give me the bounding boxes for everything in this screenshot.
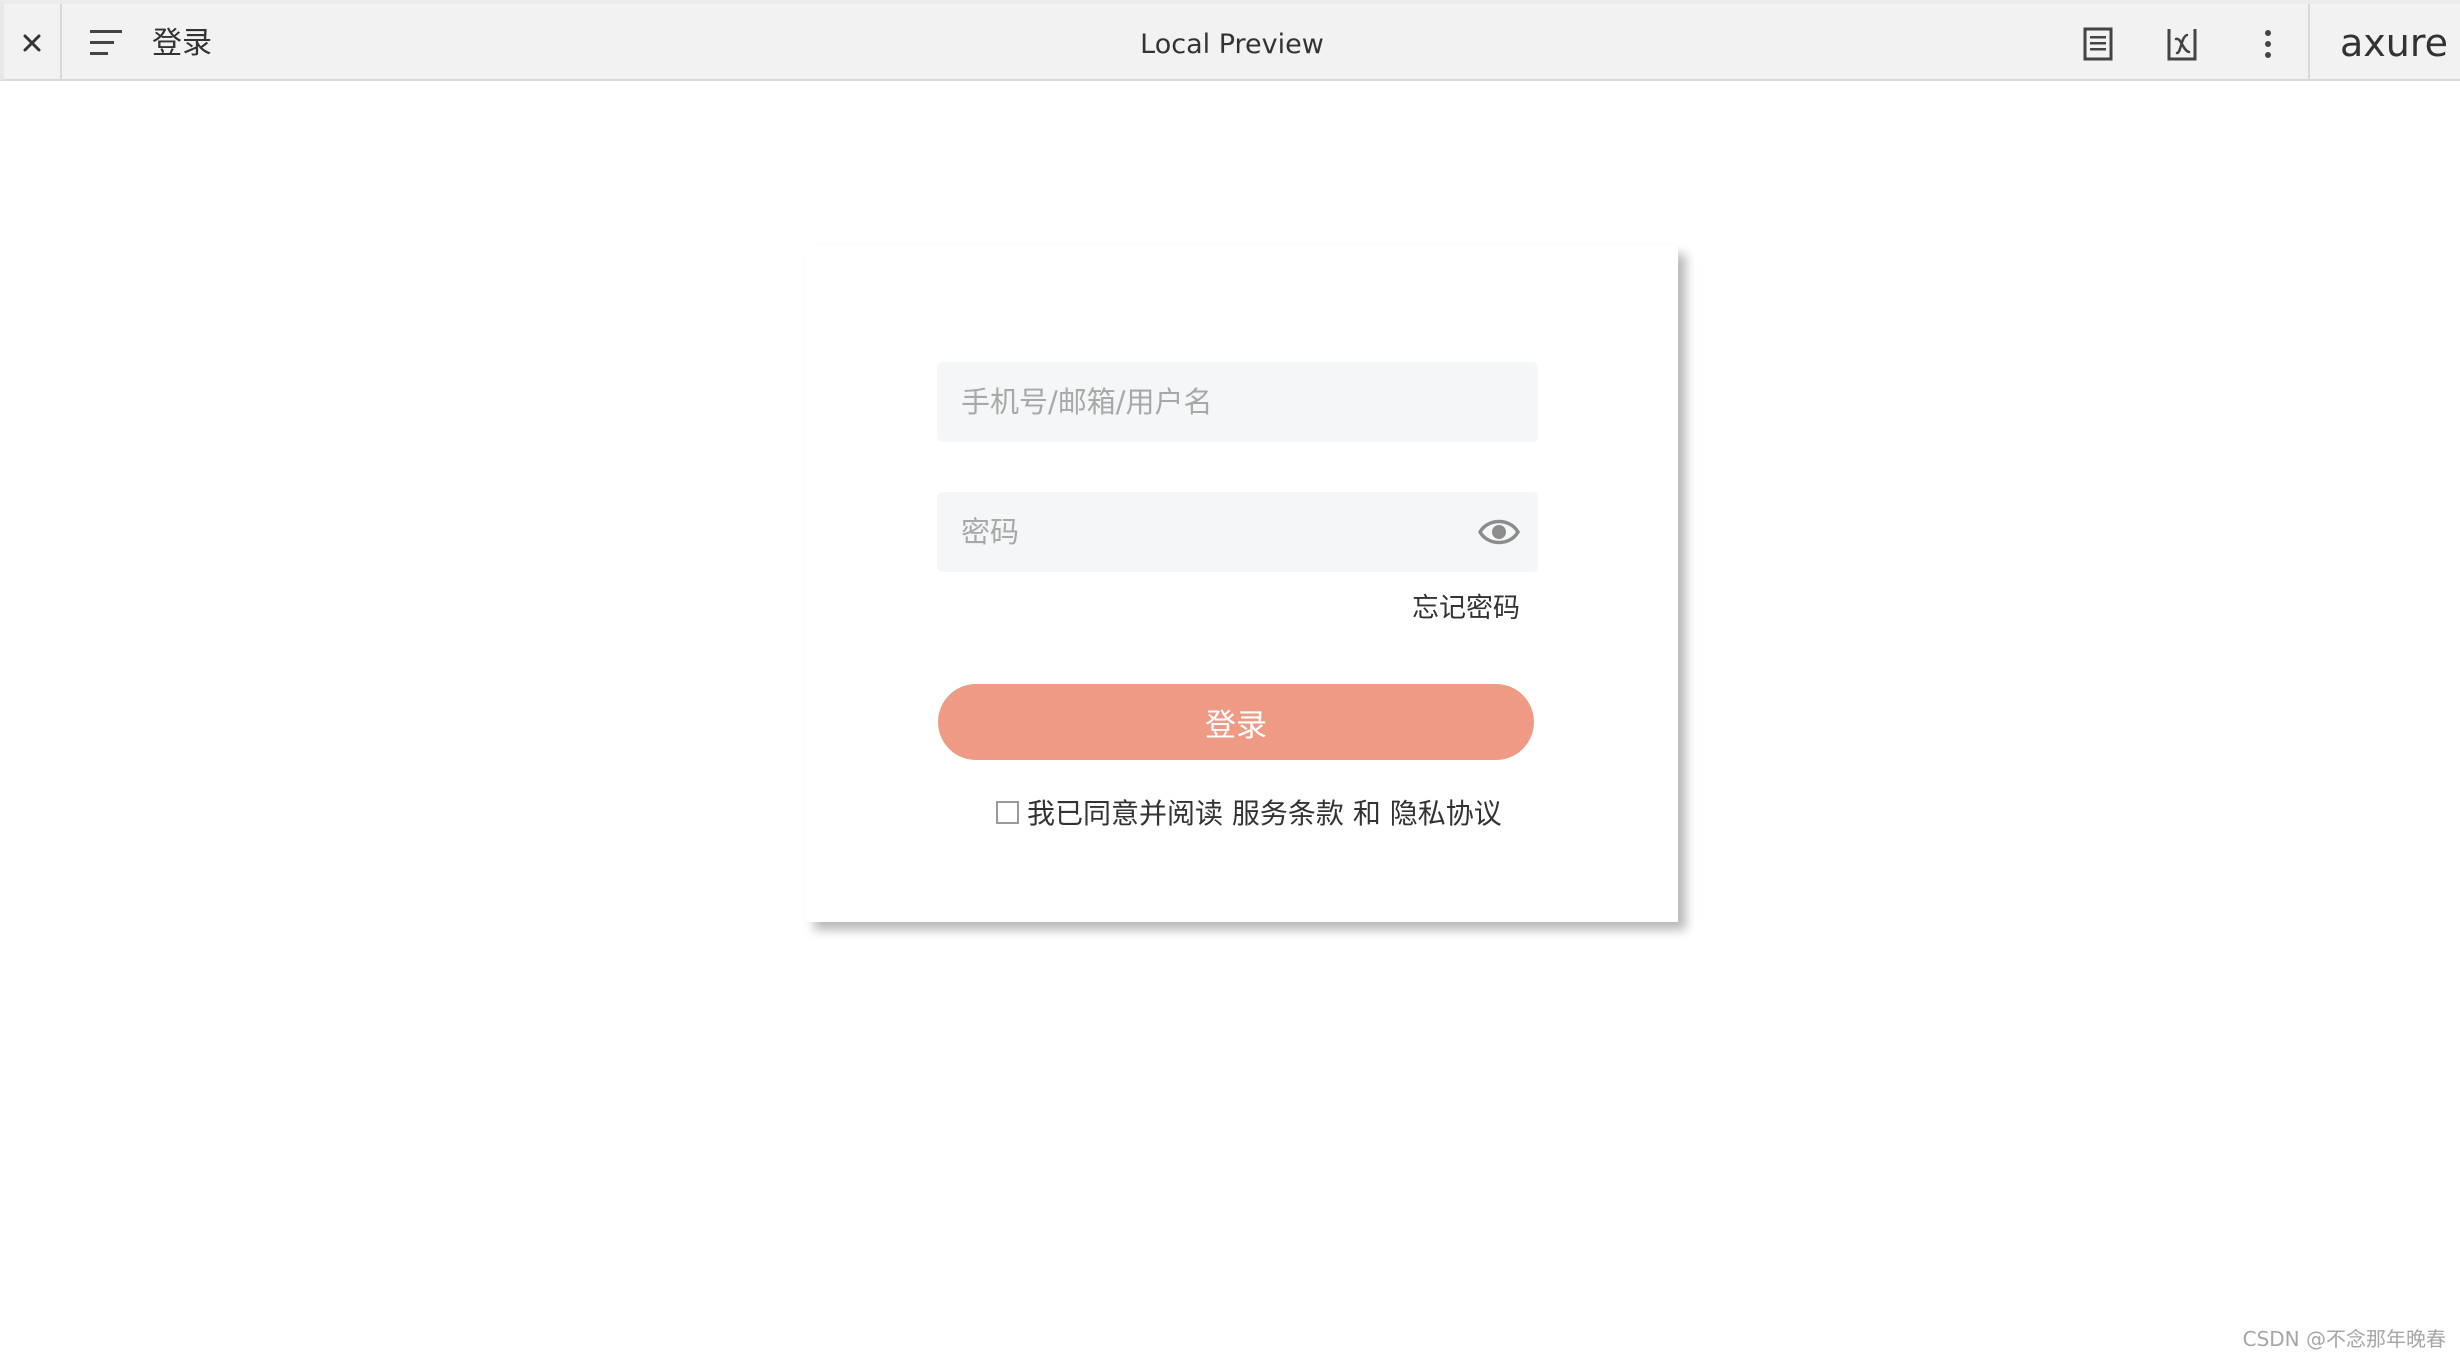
axure-logo: axure bbox=[2340, 21, 2448, 65]
agreement-text: 我已同意并阅读 bbox=[1027, 797, 1232, 830]
password-field bbox=[937, 492, 1538, 572]
variables-button[interactable] bbox=[2164, 26, 2200, 62]
variables-x-icon bbox=[2167, 29, 2197, 61]
eye-icon[interactable] bbox=[1478, 514, 1520, 550]
agreement-row: 我已同意并阅读 服务条款 和 隐私协议 bbox=[996, 794, 1502, 830]
close-icon bbox=[23, 34, 41, 51]
preview-toolbar: 登录 Local Preview axure bbox=[0, 0, 2460, 81]
preview-title: Local Preview bbox=[1140, 29, 1324, 60]
notes-document-icon bbox=[2083, 27, 2113, 61]
forgot-password-link[interactable]: 忘记密码 bbox=[1412, 592, 1520, 626]
sitemap-menu-button[interactable] bbox=[88, 29, 126, 57]
more-vertical-icon bbox=[2265, 30, 2271, 58]
close-button[interactable] bbox=[4, 4, 62, 81]
page-title: 登录 bbox=[152, 26, 212, 61]
username-field bbox=[937, 362, 1538, 442]
agreement-checkbox[interactable] bbox=[996, 800, 1019, 824]
notes-button[interactable] bbox=[2080, 26, 2116, 62]
agreement-and-text: 和 bbox=[1343, 797, 1390, 830]
privacy-policy-link[interactable]: 隐私协议 bbox=[1390, 792, 1502, 832]
username-input[interactable] bbox=[937, 362, 1538, 442]
terms-of-service-link[interactable]: 服务条款 bbox=[1232, 792, 1344, 832]
svg-text:axure: axure bbox=[2340, 21, 2448, 65]
login-card: 忘记密码 登录 我已同意并阅读 服务条款 和 隐私协议 bbox=[806, 246, 1678, 922]
more-options-button[interactable] bbox=[2250, 26, 2286, 62]
hamburger-menu-icon bbox=[90, 30, 122, 55]
toolbar-divider bbox=[2308, 4, 2310, 81]
password-input[interactable] bbox=[937, 492, 1538, 572]
watermark: CSDN @不念那年晚春 bbox=[2242, 1327, 2446, 1351]
login-button[interactable]: 登录 bbox=[938, 684, 1534, 760]
